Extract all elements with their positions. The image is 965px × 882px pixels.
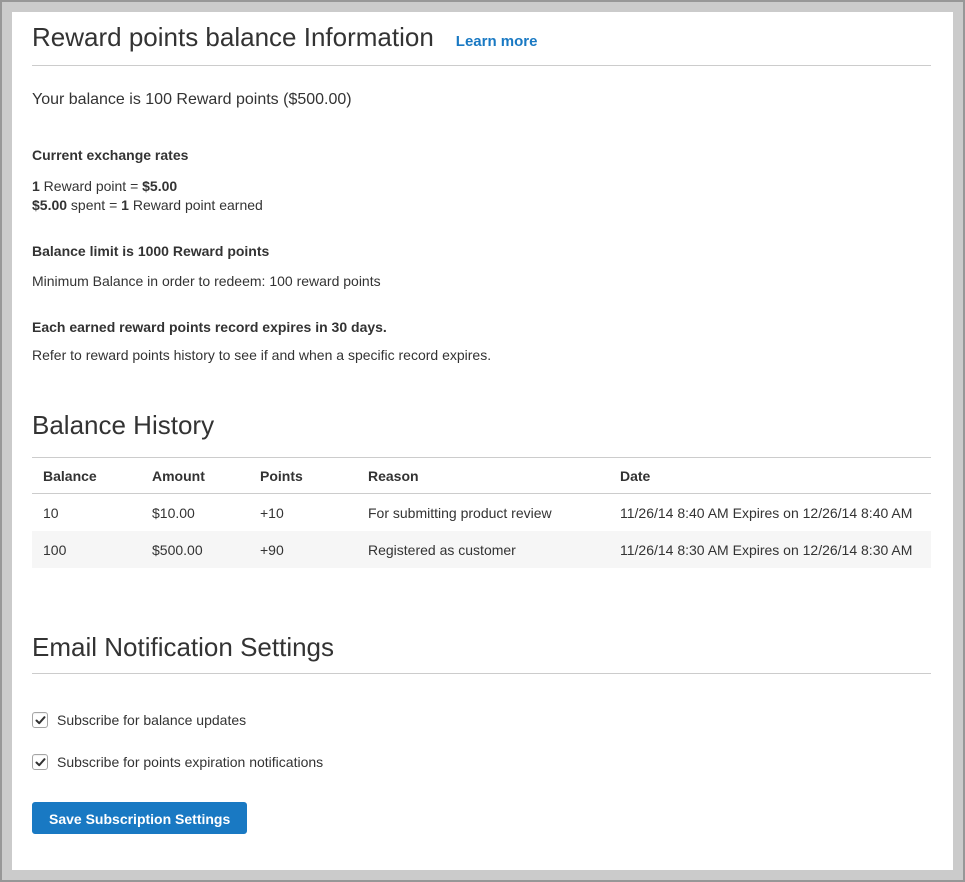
cell-balance: 100: [32, 531, 141, 568]
checkmark-icon: [35, 757, 46, 768]
cell-balance: 10: [32, 494, 141, 532]
page-title: Reward points balance Information: [32, 22, 434, 53]
cell-date: 11/26/14 8:40 AM Expires on 12/26/14 8:4…: [609, 494, 931, 532]
page-header: Reward points balance Information Learn …: [32, 22, 931, 53]
table-row: 10 $10.00 +10 For submitting product rev…: [32, 494, 931, 532]
cell-points: +90: [249, 531, 357, 568]
column-header-balance: Balance: [32, 458, 141, 494]
balance-history-title: Balance History: [32, 410, 931, 441]
balance-updates-option: Subscribe for balance updates: [32, 712, 931, 728]
balance-history-table: Balance Amount Points Reason Date 10 $10…: [32, 457, 931, 568]
cell-amount: $500.00: [141, 531, 249, 568]
exchange-rates: 1 Reward point = $5.00 $5.00 spent = 1 R…: [32, 177, 931, 215]
content-card: Reward points balance Information Learn …: [12, 12, 953, 870]
cell-reason: Registered as customer: [357, 531, 609, 568]
column-header-date: Date: [609, 458, 931, 494]
divider: [32, 65, 931, 66]
points-expiration-checkbox[interactable]: [32, 754, 48, 770]
cell-reason: For submitting product review: [357, 494, 609, 532]
rate-line-1: 1 Reward point = $5.00: [32, 178, 177, 194]
save-subscription-settings-button[interactable]: Save Subscription Settings: [32, 802, 247, 834]
min-balance-text: Minimum Balance in order to redeem: 100 …: [32, 272, 931, 290]
table-header-row: Balance Amount Points Reason Date: [32, 458, 931, 494]
checkmark-icon: [35, 715, 46, 726]
checkbox-label: Subscribe for balance updates: [57, 712, 246, 728]
divider: [32, 673, 931, 674]
points-expiration-option: Subscribe for points expiration notifica…: [32, 754, 931, 770]
reward-points-page: { "page": { "title": "Reward points bala…: [0, 0, 965, 882]
cell-points: +10: [249, 494, 357, 532]
rate-line-2: $5.00 spent = 1 Reward point earned: [32, 197, 263, 213]
table-row: 100 $500.00 +90 Registered as customer 1…: [32, 531, 931, 568]
cell-date: 11/26/14 8:30 AM Expires on 12/26/14 8:3…: [609, 531, 931, 568]
cell-amount: $10.00: [141, 494, 249, 532]
balance-updates-checkbox[interactable]: [32, 712, 48, 728]
checkbox-label: Subscribe for points expiration notifica…: [57, 754, 323, 770]
column-header-points: Points: [249, 458, 357, 494]
email-settings-title: Email Notification Settings: [32, 632, 931, 663]
column-header-amount: Amount: [141, 458, 249, 494]
exchange-rates-heading: Current exchange rates: [32, 146, 931, 164]
balance-summary: Your balance is 100 Reward points ($500.…: [32, 90, 931, 110]
balance-limit-heading: Balance limit is 1000 Reward points: [32, 242, 931, 260]
column-header-reason: Reason: [357, 458, 609, 494]
expiry-note: Refer to reward points history to see if…: [32, 346, 931, 364]
expiry-heading: Each earned reward points record expires…: [32, 318, 931, 336]
learn-more-link[interactable]: Learn more: [456, 33, 538, 50]
